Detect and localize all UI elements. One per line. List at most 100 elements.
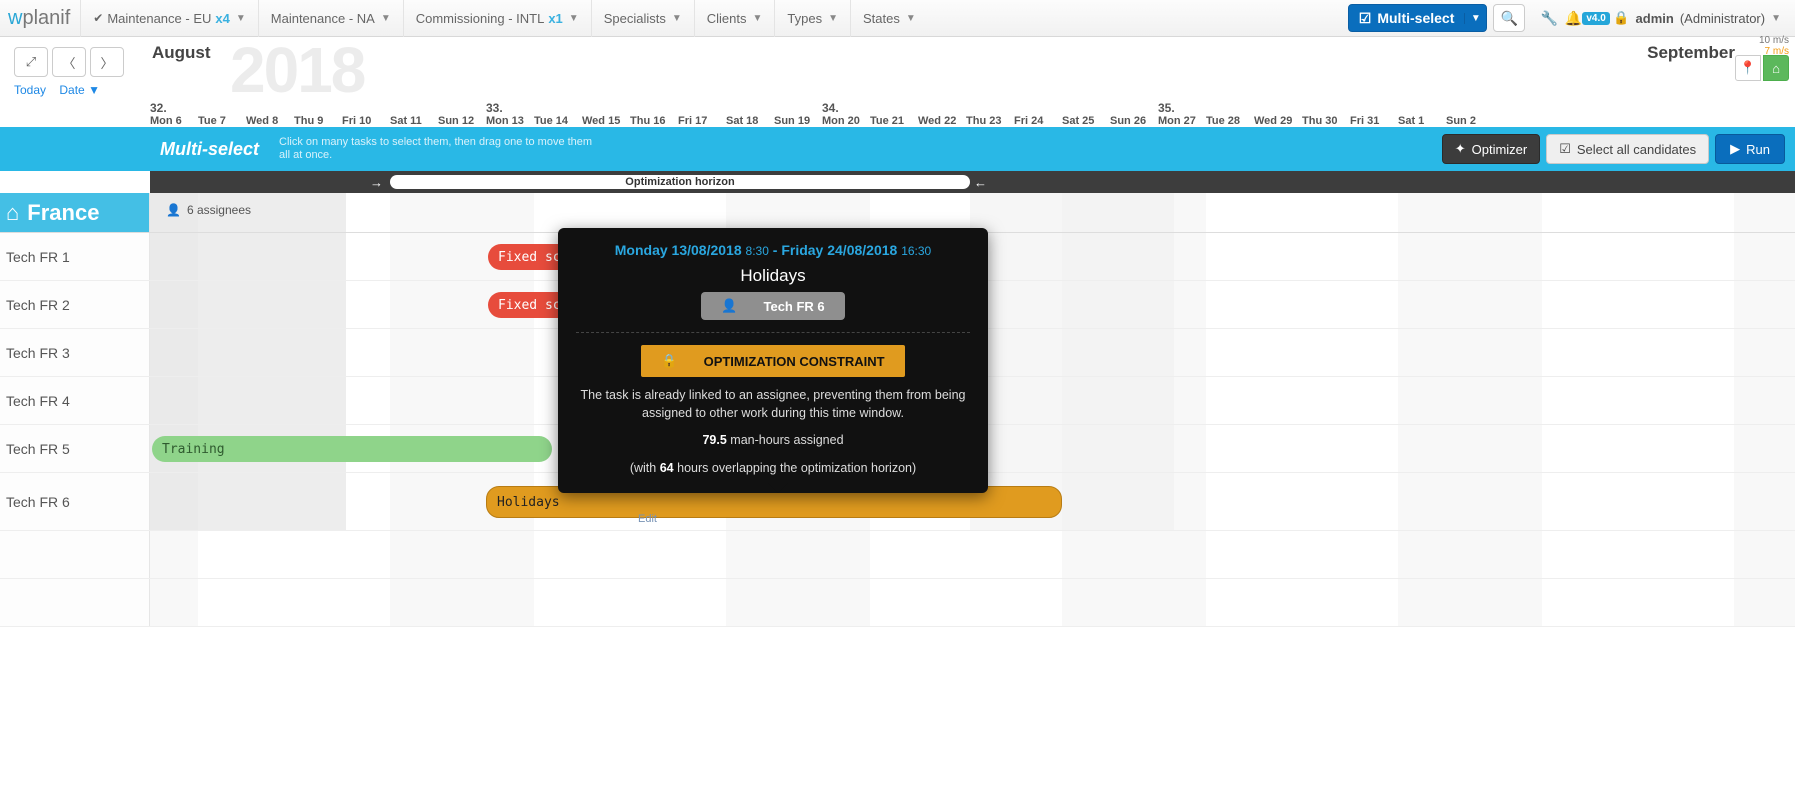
expand-icon: ⤢	[26, 54, 36, 70]
home-icon: ⌂	[6, 200, 19, 226]
horizon-right-handle[interactable]: ←	[974, 175, 987, 190]
day-header: Wed 29	[1254, 115, 1302, 127]
day-header: Sun 2	[1446, 115, 1494, 127]
resource-label[interactable]: Tech FR 2	[0, 281, 150, 328]
month-label-right: September	[1647, 43, 1735, 63]
filter-states[interactable]: States▼	[850, 0, 928, 37]
week-number: 33.	[486, 97, 822, 115]
day-header: Sat 25	[1062, 115, 1110, 127]
map-pin-button[interactable]: 📍	[1735, 55, 1761, 81]
prev-button[interactable]: 〈	[52, 47, 86, 77]
resource-label[interactable]: Tech FR 1	[0, 233, 150, 280]
task-training[interactable]: Training	[152, 436, 552, 462]
version-tag: v4.0	[1582, 12, 1609, 25]
fullscreen-button[interactable]: ⤢	[14, 47, 48, 77]
day-header: Sat 18	[726, 115, 774, 127]
optimization-horizon-row: → Optimization horizon ←	[150, 171, 1795, 193]
filter-commissioning-intl[interactable]: Commissioning - INTLx1▼	[403, 0, 591, 37]
resource-label[interactable]: Tech FR 6	[0, 473, 150, 530]
search-button[interactable]: 🔍	[1493, 4, 1525, 32]
check-icon: ✔	[93, 11, 103, 25]
home-icon: ⌂	[1772, 61, 1780, 76]
check-square-icon: ☑	[1559, 141, 1571, 157]
home-button[interactable]: ⌂	[1763, 55, 1789, 81]
resource-label[interactable]: Tech FR 5	[0, 425, 150, 472]
day-header: Mon 13	[486, 115, 534, 127]
day-header: Mon 27	[1158, 115, 1206, 127]
day-header: Thu 30	[1302, 115, 1350, 127]
date-picker-link[interactable]: Date ▼	[59, 83, 100, 97]
optimization-horizon-slider[interactable]: Optimization horizon	[390, 175, 970, 189]
lock-icon: 🔒	[651, 349, 687, 373]
brand-logo: wplanif	[6, 7, 80, 30]
run-button[interactable]: ▶Run	[1715, 134, 1785, 164]
notifications-button[interactable]: 🔔v4.0	[1573, 10, 1601, 27]
filter-maintenance-eu[interactable]: ✔ Maintenance - EU x4 ▼	[80, 0, 258, 37]
day-header: Mon 6	[150, 115, 198, 127]
tooltip-title: Holidays	[576, 266, 970, 286]
week-number: 34.	[822, 97, 1158, 115]
caret-down-icon: ▼	[569, 13, 579, 24]
filter-maintenance-na[interactable]: Maintenance - NA▼	[258, 0, 403, 37]
day-header: Tue 14	[534, 115, 582, 127]
day-header: Wed 22	[918, 115, 966, 127]
multiselect-hint: Click on many tasks to select them, then…	[279, 136, 599, 161]
caret-down-icon: ▼	[1771, 13, 1781, 24]
day-header: Tue 28	[1206, 115, 1254, 127]
region-header-france[interactable]: ⌂France	[0, 193, 150, 232]
filter-specialists[interactable]: Specialists▼	[591, 0, 694, 37]
caret-down-icon: ▼	[381, 13, 391, 24]
resource-label[interactable]: Tech FR 3	[0, 329, 150, 376]
constraint-badge: 🔒OPTIMIZATION CONSTRAINT	[641, 345, 904, 377]
map-pin-icon: 📍	[1740, 60, 1756, 76]
user-menu[interactable]: 🔒 admin (Administrator) ▼	[1613, 10, 1789, 26]
assignee-badge: 👤Tech FR 6	[701, 292, 844, 320]
next-button[interactable]: 〉	[90, 47, 124, 77]
day-header: Tue 7	[198, 115, 246, 127]
day-header: Sun 26	[1110, 115, 1158, 127]
optimizer-button[interactable]: ✦Optimizer	[1442, 134, 1541, 164]
select-all-candidates-button[interactable]: ☑Select all candidates	[1546, 134, 1709, 164]
day-header: Wed 15	[582, 115, 630, 127]
day-header: Sun 19	[774, 115, 822, 127]
chevron-left-icon: 〈	[62, 53, 75, 72]
resource-label[interactable]: Tech FR 4	[0, 377, 150, 424]
multiselect-dropdown[interactable]: ▼	[1464, 13, 1486, 24]
week-number: 35.	[1158, 97, 1494, 115]
filter-types[interactable]: Types▼	[774, 0, 850, 37]
day-header: Sun 12	[438, 115, 486, 127]
tooltip-description: The task is already linked to an assigne…	[576, 387, 970, 422]
task-tooltip: Monday 13/08/2018 8:30 - Friday 24/08/20…	[558, 228, 988, 493]
caret-down-icon: ▼	[88, 83, 100, 97]
day-header: Tue 21	[870, 115, 918, 127]
search-icon: 🔍	[1501, 10, 1518, 27]
settings-button[interactable]: 🔧	[1535, 10, 1563, 27]
filter-clients[interactable]: Clients▼	[694, 0, 775, 37]
today-link[interactable]: Today	[14, 83, 46, 97]
assignees-count: 👤6 assignees	[158, 203, 251, 217]
chevron-right-icon: 〉	[100, 53, 113, 72]
wrench-icon: 🔧	[1541, 10, 1558, 27]
horizon-left-handle[interactable]: →	[370, 175, 383, 190]
resource-row-tech-fr-6: Tech FR 6 Holidays Edit Monday 13/08/201…	[0, 473, 1795, 531]
caret-down-icon: ▼	[672, 13, 682, 24]
caret-down-icon: ▼	[236, 13, 246, 24]
multiselect-mode-title: Multi-select	[160, 139, 259, 160]
lock-icon: 🔒	[1613, 10, 1629, 26]
multiselect-icon: ☑	[1359, 10, 1372, 27]
day-header: Thu 9	[294, 115, 342, 127]
day-header: Thu 23	[966, 115, 1014, 127]
caret-down-icon: ▼	[753, 13, 763, 24]
day-header: Fri 24	[1014, 115, 1062, 127]
day-header: Mon 20	[822, 115, 870, 127]
multiselect-button[interactable]: ☑Multi-select ▼	[1348, 4, 1488, 32]
year-watermark: 2018	[230, 33, 364, 107]
play-icon: ▶	[1730, 141, 1740, 157]
person-icon: 👤	[711, 295, 747, 317]
sparkle-icon: ✦	[1455, 141, 1466, 157]
multiselect-banner: Multi-select Click on many tasks to sele…	[0, 127, 1795, 171]
month-label-left: August	[152, 43, 211, 63]
day-header: Fri 17	[678, 115, 726, 127]
task-edit-link[interactable]: Edit	[638, 513, 657, 525]
day-header: Sat 11	[390, 115, 438, 127]
